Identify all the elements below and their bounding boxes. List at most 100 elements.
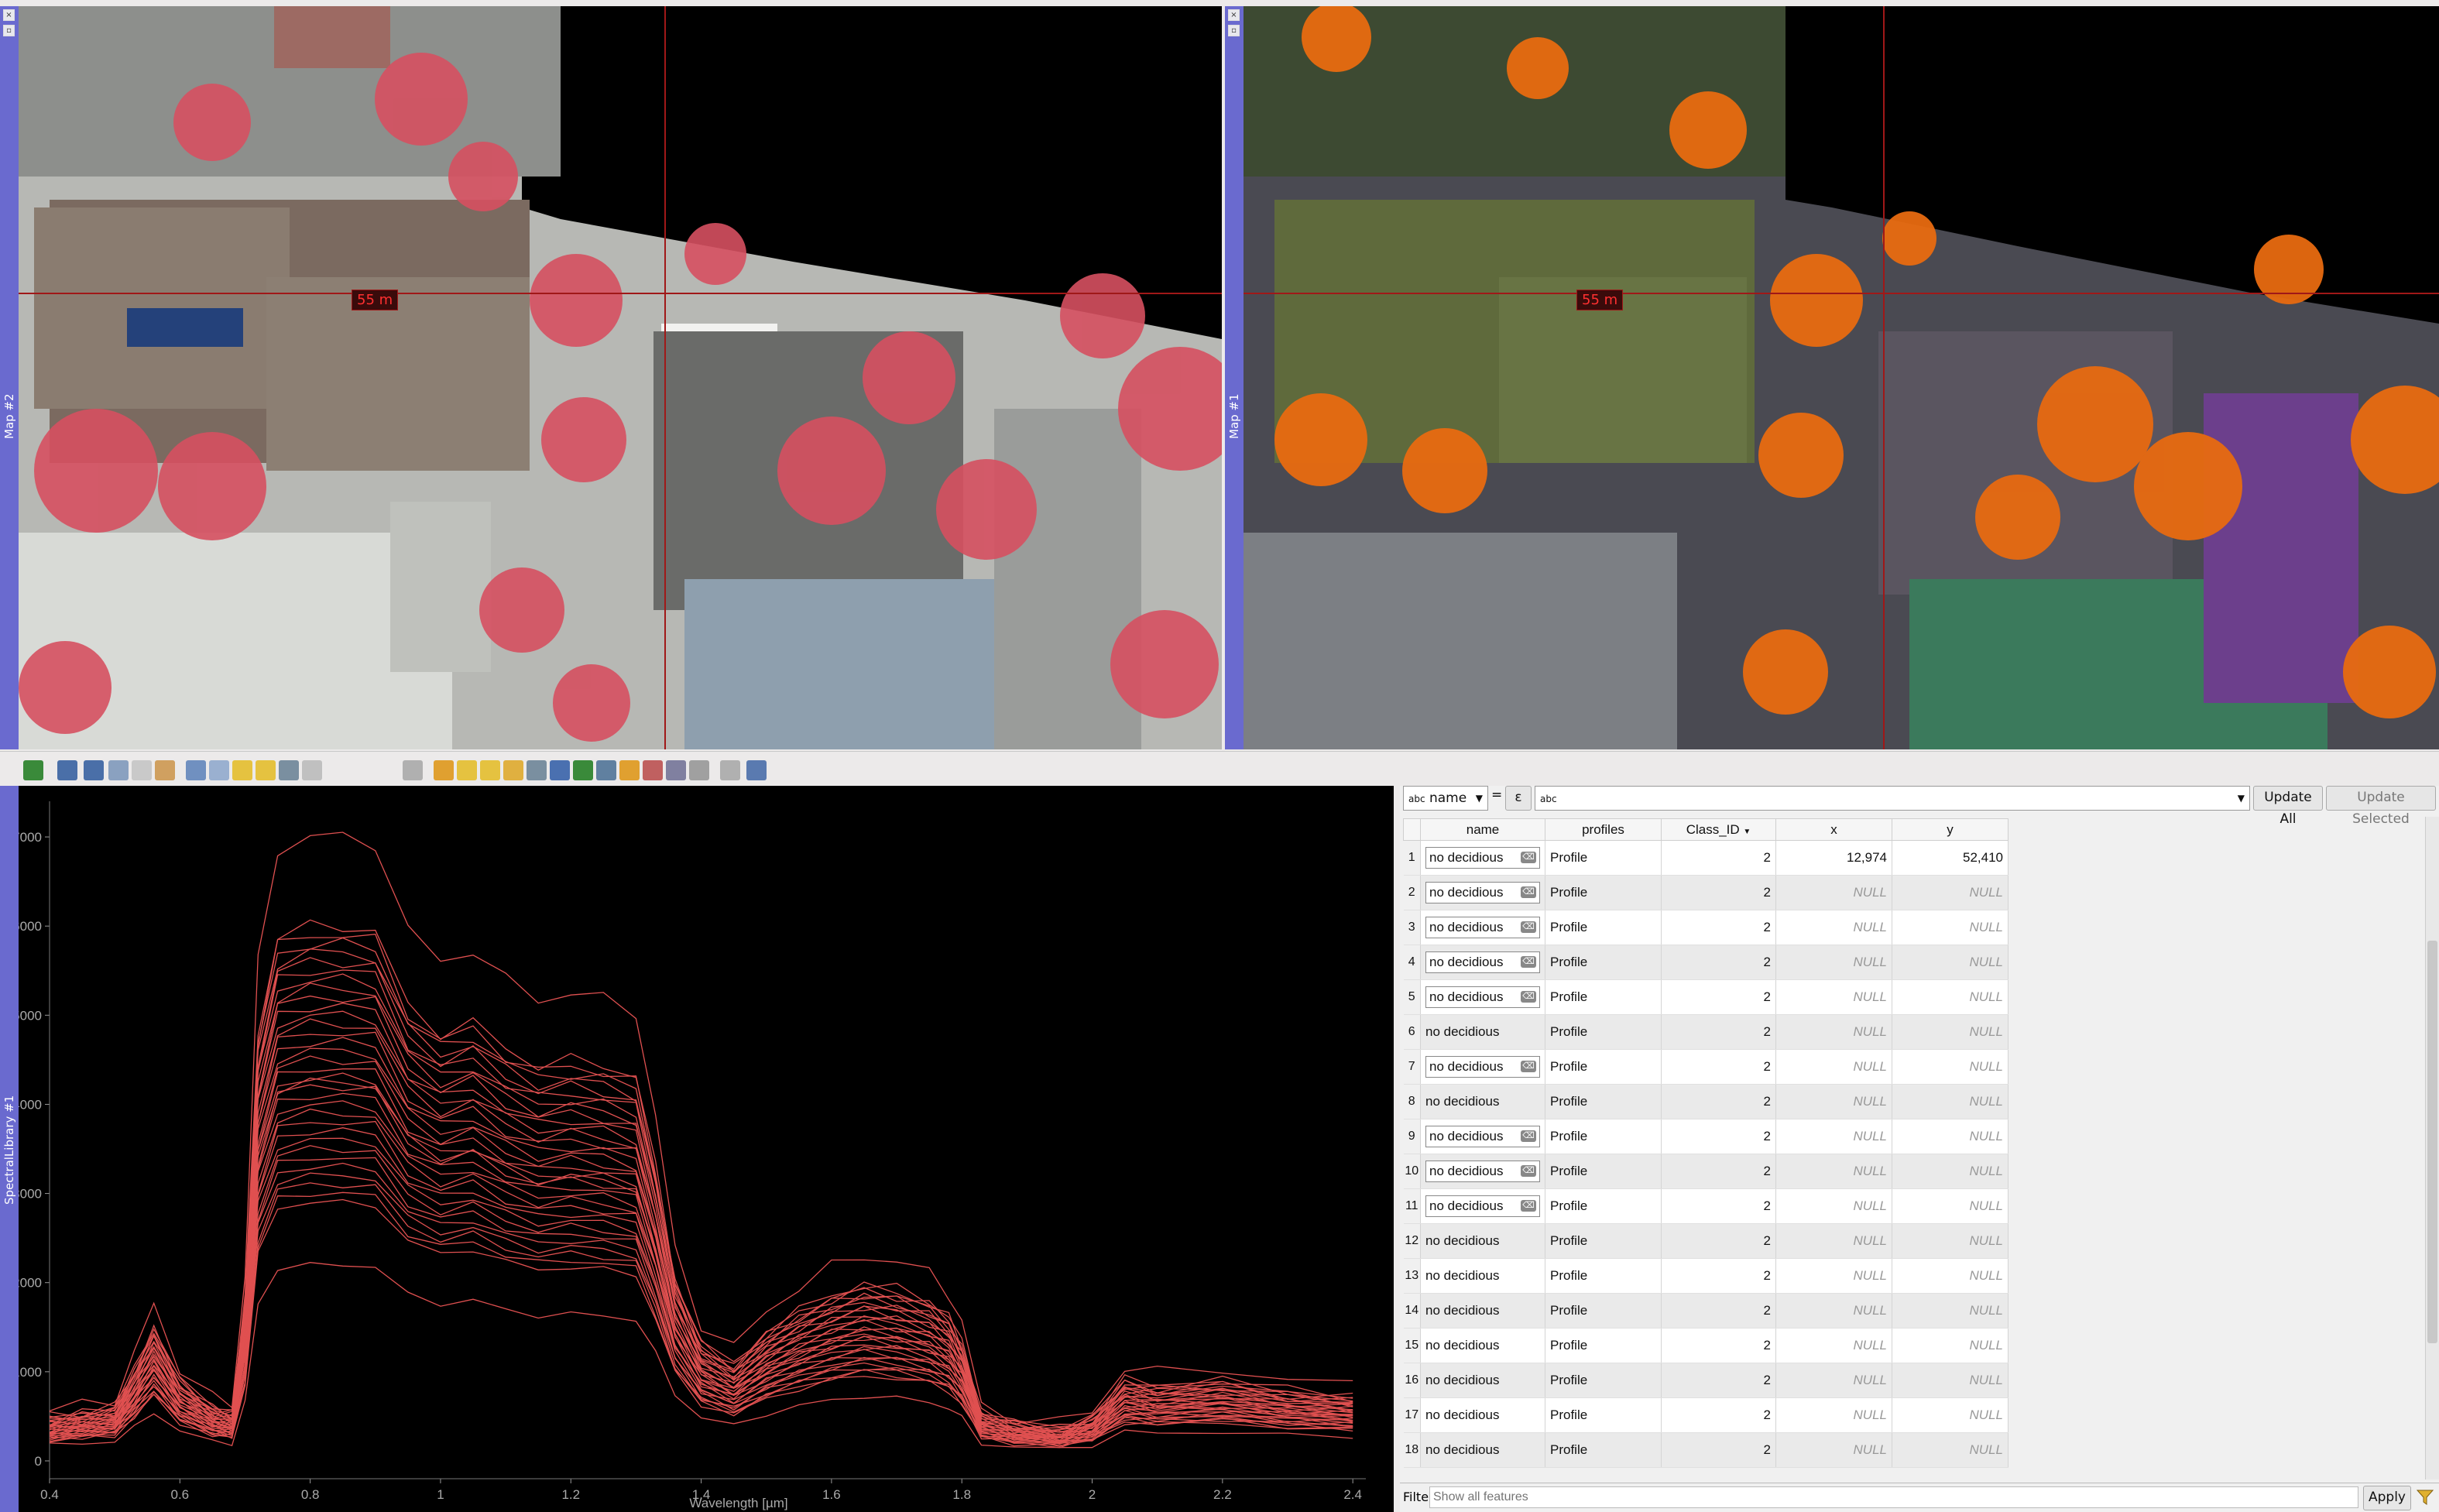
reload-icon[interactable]: [302, 760, 322, 780]
filter-input[interactable]: [1429, 1486, 2358, 1508]
x-cell[interactable]: NULL: [1775, 1293, 1892, 1329]
x-cell[interactable]: 12,974: [1775, 840, 1892, 876]
clear-field-icon[interactable]: ⌫: [1521, 1165, 1536, 1177]
table-row[interactable]: 9 no decidious ⌫ Profile 2 NULL NULL: [1403, 1119, 2008, 1154]
dock-float-icon[interactable]: ▫: [1228, 25, 1240, 36]
row-number[interactable]: 8: [1403, 1084, 1421, 1119]
name-cell[interactable]: no decidious ⌫: [1420, 1119, 1545, 1154]
y-cell[interactable]: NULL: [1892, 1258, 2008, 1294]
toggle-editing-icon[interactable]: [232, 760, 252, 780]
pan-to-selection-icon[interactable]: [573, 760, 593, 780]
y-cell[interactable]: NULL: [1892, 1432, 2008, 1468]
row-number[interactable]: 11: [1403, 1188, 1421, 1224]
y-cell[interactable]: NULL: [1892, 1328, 2008, 1363]
zoom-to-selection-icon[interactable]: [596, 760, 616, 780]
table-row[interactable]: 8 no decidious Profile 2 NULL NULL: [1403, 1084, 2008, 1119]
profile-settings-icon[interactable]: [155, 760, 175, 780]
x-cell[interactable]: NULL: [1775, 1154, 1892, 1189]
map-1-canvas[interactable]: 55 m: [1244, 6, 2439, 749]
x-cell[interactable]: NULL: [1775, 1397, 1892, 1433]
update-all-button[interactable]: Update All: [2253, 786, 2323, 827]
expression-builder-button[interactable]: ε: [1505, 786, 1532, 811]
name-edit-field[interactable]: no decidious ⌫: [1425, 951, 1540, 973]
y-cell[interactable]: NULL: [1892, 1049, 2008, 1085]
save-edits-icon[interactable]: [279, 760, 299, 780]
name-cell[interactable]: no decidious ⌫: [1420, 1049, 1545, 1085]
x-cell[interactable]: NULL: [1775, 945, 1892, 980]
x-cell[interactable]: NULL: [1775, 910, 1892, 945]
scrollbar-thumb[interactable]: [2427, 941, 2437, 1343]
table-row[interactable]: 1 no decidious ⌫ Profile 2 12,974 52,410: [1403, 840, 2008, 876]
copy-icon[interactable]: [619, 760, 640, 780]
clear-field-icon[interactable]: ⌫: [1521, 1200, 1536, 1212]
map-2-canvas[interactable]: 55 m: [19, 6, 1222, 749]
name-edit-field[interactable]: no decidious ⌫: [1425, 882, 1540, 903]
delete-column-icon[interactable]: [643, 760, 663, 780]
x-cell[interactable]: NULL: [1775, 1119, 1892, 1154]
clear-field-icon[interactable]: ⌫: [1521, 991, 1536, 1003]
profiles-cell[interactable]: Profile: [1545, 910, 1662, 945]
y-cell[interactable]: NULL: [1892, 910, 2008, 945]
y-cell[interactable]: NULL: [1892, 1188, 2008, 1224]
name-cell[interactable]: no decidious ⌫: [1420, 945, 1545, 980]
y-cell[interactable]: NULL: [1892, 1119, 2008, 1154]
name-cell[interactable]: no decidious: [1420, 1084, 1545, 1119]
field-calculator-icon[interactable]: [666, 760, 686, 780]
profiles-cell[interactable]: Profile: [1545, 1049, 1662, 1085]
profiles-cell[interactable]: Profile: [1545, 875, 1662, 910]
name-cell[interactable]: no decidious: [1420, 1397, 1545, 1433]
table-row[interactable]: 13 no decidious Profile 2 NULL NULL: [1403, 1258, 2008, 1294]
filter-icon[interactable]: [550, 760, 570, 780]
x-cell[interactable]: NULL: [1775, 1188, 1892, 1224]
row-number[interactable]: 16: [1403, 1363, 1421, 1398]
name-edit-field[interactable]: no decidious ⌫: [1425, 917, 1540, 938]
row-number[interactable]: 7: [1403, 1049, 1421, 1085]
column-header-class-id[interactable]: Class_ID ▼: [1661, 818, 1776, 841]
class-id-cell[interactable]: 2: [1661, 910, 1776, 945]
class-id-cell[interactable]: 2: [1661, 1328, 1776, 1363]
table-row[interactable]: 5 no decidious ⌫ Profile 2 NULL NULL: [1403, 979, 2008, 1015]
row-number[interactable]: 15: [1403, 1328, 1421, 1363]
name-edit-field[interactable]: no decidious ⌫: [1425, 1056, 1540, 1078]
y-cell[interactable]: NULL: [1892, 1293, 2008, 1329]
dock-table-icon[interactable]: [746, 760, 767, 780]
form-view-icon[interactable]: [186, 760, 206, 780]
profiles-cell[interactable]: Profile: [1545, 1188, 1662, 1224]
profiles-cell[interactable]: Profile: [1545, 1014, 1662, 1050]
x-cell[interactable]: NULL: [1775, 1258, 1892, 1294]
conditional-formatting-icon[interactable]: [689, 760, 709, 780]
profiles-cell[interactable]: Profile: [1545, 1432, 1662, 1468]
profiles-cell[interactable]: Profile: [1545, 1258, 1662, 1294]
name-edit-field[interactable]: no decidious ⌫: [1425, 1195, 1540, 1217]
profiles-cell[interactable]: Profile: [1545, 945, 1662, 980]
import-library-icon[interactable]: [57, 760, 77, 780]
clear-field-icon[interactable]: ⌫: [1521, 1130, 1536, 1142]
select-all-icon[interactable]: [457, 760, 477, 780]
table-row[interactable]: 4 no decidious ⌫ Profile 2 NULL NULL: [1403, 945, 2008, 980]
column-header-x[interactable]: x: [1775, 818, 1892, 841]
x-cell[interactable]: NULL: [1775, 875, 1892, 910]
class-id-cell[interactable]: 2: [1661, 1258, 1776, 1294]
dock-float-icon[interactable]: ▫: [3, 25, 15, 36]
y-cell[interactable]: NULL: [1892, 1397, 2008, 1433]
x-cell[interactable]: NULL: [1775, 1223, 1892, 1259]
deselect-icon[interactable]: [503, 760, 523, 780]
name-cell[interactable]: no decidious: [1420, 1223, 1545, 1259]
field-select[interactable]: abc name ▼: [1403, 786, 1488, 811]
name-cell[interactable]: no decidious: [1420, 1014, 1545, 1050]
column-header-y[interactable]: y: [1892, 818, 2008, 841]
profiles-cell[interactable]: Profile: [1545, 840, 1662, 876]
row-number[interactable]: 4: [1403, 945, 1421, 980]
name-cell[interactable]: no decidious ⌫: [1420, 875, 1545, 910]
invert-selection-icon[interactable]: [480, 760, 500, 780]
clear-field-icon[interactable]: ⌫: [1521, 956, 1536, 968]
select-by-expression-icon[interactable]: [434, 760, 454, 780]
profiles-cell[interactable]: Profile: [1545, 1084, 1662, 1119]
table-row[interactable]: 11 no decidious ⌫ Profile 2 NULL NULL: [1403, 1188, 2008, 1224]
row-number[interactable]: 9: [1403, 1119, 1421, 1154]
filter-funnel-icon[interactable]: [2416, 1488, 2434, 1507]
clear-field-icon[interactable]: ⌫: [1521, 886, 1536, 898]
name-cell[interactable]: no decidious: [1420, 1432, 1545, 1468]
class-id-cell[interactable]: 2: [1661, 1397, 1776, 1433]
y-cell[interactable]: NULL: [1892, 1084, 2008, 1119]
